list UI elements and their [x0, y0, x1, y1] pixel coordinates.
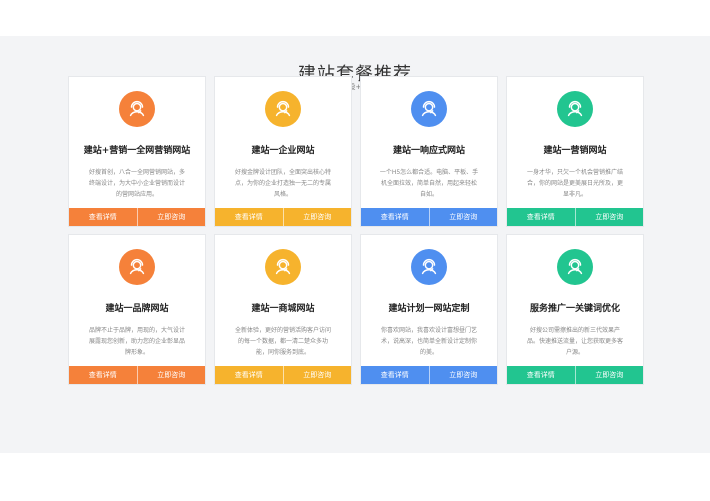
consult-now-button[interactable]: 立即咨询	[428, 366, 497, 384]
package-card: 建站一企业网站好搜金牌设计团队，全面突出核心特点，为你的企业打造独一无二的专属风…	[214, 76, 352, 227]
card-button-bar: 查看详情 立即咨询	[361, 208, 497, 226]
package-card: 建站一响应式网站一个H5怎么都合适。电脑、平板、手机全面拉效，简单自然，用起来轻…	[360, 76, 498, 227]
card-button-bar: 查看详情 立即咨询	[507, 208, 643, 226]
card-title: 建站一企业网站	[251, 146, 315, 156]
package-card: 服务推广一关键词优化好搜公司需擦推出的新三代效果产品。快速推送流量，让您获取更多…	[506, 234, 644, 385]
card-description: 好搜首创，八合一全网营销网站，多终端设计，为大中小企业营销而设计的营网站应用。	[88, 169, 185, 198]
headset-user-icon	[265, 91, 301, 127]
view-details-button[interactable]: 查看详情	[361, 208, 429, 226]
card-description: 好搜公司需擦推出的新三代效果产品。快速推送流量，让您获取更多客户源。	[526, 327, 623, 356]
package-card: 建站一商城网站全新体验，更好的营销活购客户访问的每一个数据，都一清二楚众多功能，…	[214, 234, 352, 385]
headset-user-icon	[411, 91, 447, 127]
package-card: 建站计划一网站定制你喜欢网站，我喜欢设计富想昼门艺术，说高深，也简单全新设计定制…	[360, 234, 498, 385]
headset-user-icon	[557, 91, 593, 127]
package-card: 建站+营销一全网营销网站好搜首创，八合一全网营销网站，多终端设计，为大中小企业营…	[68, 76, 206, 227]
card-button-bar: 查看详情 立即咨询	[69, 366, 205, 384]
card-title: 服务推广一关键词优化	[529, 304, 620, 314]
card-description: 一身才华，只欠一个机会营销推广结合，你的网站是更美展日光所及，更显非凡。	[526, 169, 623, 198]
view-details-button[interactable]: 查看详情	[507, 208, 575, 226]
card-description: 一个H5怎么都合适。电脑、平板、手机全面拉效，简单自然，用起来轻松自如。	[379, 169, 479, 198]
view-details-button[interactable]: 查看详情	[215, 208, 283, 226]
headset-user-icon	[119, 249, 155, 285]
consult-now-button[interactable]: 立即咨询	[574, 208, 643, 226]
card-title: 建站一营销网站	[543, 146, 607, 156]
package-card: 建站一营销网站一身才华，只欠一个机会营销推广结合，你的网站是更美展日光所及，更显…	[506, 76, 644, 227]
card-description: 全新体验，更好的营销活购客户访问的每一个数据，都一清二楚众多功能，同你服务到底。	[234, 327, 331, 356]
card-button-bar: 查看详情 立即咨询	[507, 366, 643, 384]
card-description: 你喜欢网站，我喜欢设计富想昼门艺术，说高深，也简单全新设计定制你的美。	[380, 327, 477, 356]
card-title: 建站计划一网站定制	[388, 304, 470, 314]
consult-now-button[interactable]: 立即咨询	[282, 366, 351, 384]
card-title: 建站一品牌网站	[105, 304, 169, 314]
consult-now-button[interactable]: 立即咨询	[136, 208, 205, 226]
card-description: 好搜金牌设计团队，全面突出核心特点，为你的企业打造独一无二的专属风格。	[234, 169, 331, 198]
card-title: 建站一商城网站	[251, 304, 315, 314]
headset-user-icon	[265, 249, 301, 285]
card-title: 建站一响应式网站	[392, 146, 465, 156]
consult-now-button[interactable]: 立即咨询	[428, 208, 497, 226]
view-details-button[interactable]: 查看详情	[507, 366, 575, 384]
view-details-button[interactable]: 查看详情	[361, 366, 429, 384]
card-button-bar: 查看详情 立即咨询	[215, 366, 351, 384]
consult-now-button[interactable]: 立即咨询	[282, 208, 351, 226]
headset-user-icon	[119, 91, 155, 127]
consult-now-button[interactable]: 立即咨询	[574, 366, 643, 384]
headset-user-icon	[411, 249, 447, 285]
card-title: 建站+营销一全网营销网站	[83, 146, 191, 156]
card-button-bar: 查看详情 立即咨询	[69, 208, 205, 226]
view-details-button[interactable]: 查看详情	[215, 366, 283, 384]
card-description: 品牌不止于品牌，用现的，大气设计展露现您创新，助力您的企业彰显品牌形象。	[88, 327, 185, 356]
card-button-bar: 查看详情 立即咨询	[215, 208, 351, 226]
card-button-bar: 查看详情 立即咨询	[361, 366, 497, 384]
package-card: 建站一品牌网站品牌不止于品牌，用现的，大气设计展露现您创新，助力您的企业彰显品牌…	[68, 234, 206, 385]
view-details-button[interactable]: 查看详情	[69, 366, 137, 384]
headset-user-icon	[557, 249, 593, 285]
view-details-button[interactable]: 查看详情	[69, 208, 137, 226]
consult-now-button[interactable]: 立即咨询	[136, 366, 205, 384]
